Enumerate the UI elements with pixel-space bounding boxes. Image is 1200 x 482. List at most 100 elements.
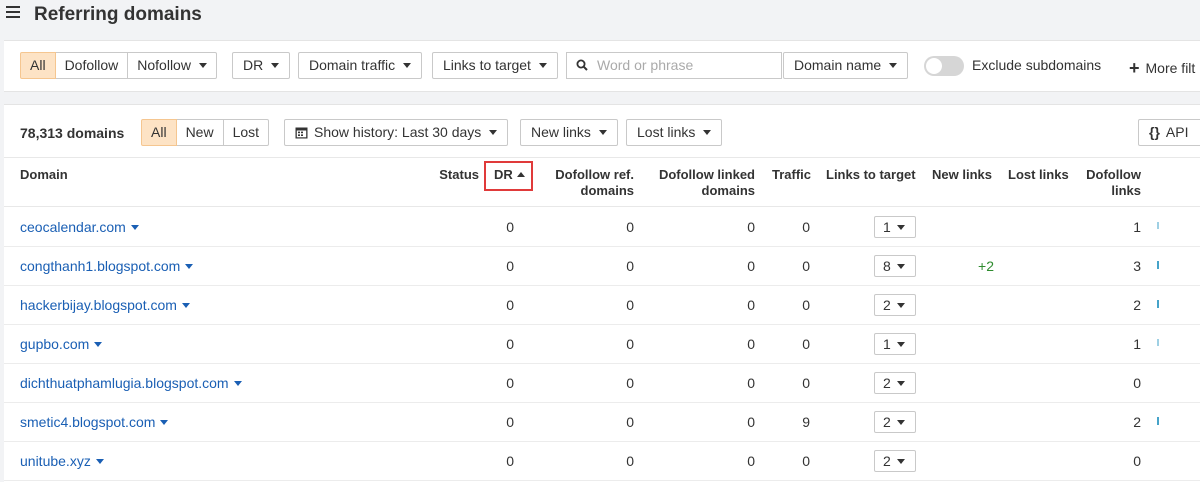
tab-lost[interactable]: Lost [222,119,270,146]
col-dofollow-linked-line1: Dofollow linked [658,167,755,182]
search-scope-select[interactable]: Domain name [783,52,909,79]
chevron-down-icon[interactable] [130,224,139,230]
filter-nofollow[interactable]: Nofollow [127,52,217,79]
sparkline-bar [1157,261,1159,269]
exclude-subdomains-label: Exclude subdomains [972,57,1102,73]
traffic-value: 0 [802,219,810,235]
domain-link[interactable]: congthanh1.blogspot.com [20,258,194,274]
domain-link[interactable]: dichthuatphamlugia.blogspot.com [20,375,242,391]
chevron-down-icon[interactable] [233,380,242,386]
status-tabs: All New Lost [141,119,270,146]
domain-link[interactable]: hackerbijay.blogspot.com [20,297,190,313]
dofollow-linked-value: 0 [747,219,755,235]
domain-link[interactable]: gupbo.com [20,336,103,352]
chevron-down-icon [896,263,905,269]
chevron-down-icon [896,341,905,347]
traffic-value: 0 [802,336,810,352]
links-to-target-select[interactable]: 2 [874,372,916,394]
show-history-button[interactable]: Show history: Last 30 days [284,119,509,146]
links-to-target-label: Links to target [443,57,531,73]
search-input[interactable]: Word or phrase [566,52,782,79]
col-domain[interactable]: Domain [20,167,68,183]
domain-name: hackerbijay.blogspot.com [20,297,177,313]
domain-link[interactable]: ceocalendar.com [20,219,139,235]
col-links-to-target[interactable]: Links to target [826,167,916,183]
chevron-down-icon[interactable] [95,458,104,464]
search-scope-label: Domain name [794,57,882,73]
domain-link[interactable]: unitube.xyz [20,453,104,469]
new-links-button[interactable]: New links [520,119,618,146]
chevron-down-icon [198,62,207,68]
links-to-target-select[interactable]: 8 [874,255,916,277]
dofollow-ref-value: 0 [626,297,634,313]
domain-name: unitube.xyz [20,453,91,469]
plus-icon: + [1129,58,1140,78]
api-label: API [1165,124,1189,140]
toggle-knob [926,58,942,74]
tab-new[interactable]: New [175,119,224,146]
link-type-filter: All Dofollow Nofollow [20,52,217,79]
sparkline-bar [1157,417,1159,425]
table-row: ceocalendar.com 0 0 0 0 1 1 [4,208,1200,247]
links-to-target-value: 2 [883,297,891,313]
domain-name: smetic4.blogspot.com [20,414,156,430]
domain-traffic-button[interactable]: Domain traffic [298,52,423,79]
more-filters-label: More filt [1145,60,1196,76]
traffic-value: 0 [802,258,810,274]
chevron-down-icon [896,419,905,425]
links-to-target-select[interactable]: 2 [874,294,916,316]
col-dofollow-ref-domains[interactable]: Dofollow ref. domains [534,167,634,199]
filter-bar: All Dofollow Nofollow DR Domain traffic … [4,40,1200,92]
dofollow-linked-value: 0 [747,336,755,352]
dofollow-links-value: 0 [1133,375,1141,391]
col-traffic[interactable]: Traffic [772,167,811,183]
sparkline-bar [1157,339,1159,346]
chevron-down-icon [538,62,547,68]
domain-count: 78,313 domains [20,125,125,141]
col-status[interactable]: Status [434,167,479,183]
dr-value: 0 [506,453,514,469]
chevron-down-icon [896,302,905,308]
chevron-down-icon [598,129,607,135]
chevron-down-icon [896,380,905,386]
filter-dofollow[interactable]: Dofollow [54,52,129,79]
links-to-target-button[interactable]: Links to target [432,52,558,79]
col-dr[interactable]: DR [494,167,525,183]
filter-nofollow-label: Nofollow [137,57,191,73]
links-to-target-select[interactable]: 2 [874,411,916,433]
chevron-down-icon[interactable] [185,263,194,269]
exclude-subdomains-toggle[interactable] [924,56,964,76]
table-row: smetic4.blogspot.com 0 0 0 9 2 2 [4,403,1200,442]
links-to-target-select[interactable]: 2 [874,450,916,472]
more-filters-button[interactable]: + More filt [1129,57,1195,78]
col-dofollow-links[interactable]: Dofollow links [1080,167,1141,199]
links-to-target-select[interactable]: 1 [874,216,916,238]
links-to-target-value: 1 [883,336,891,352]
dofollow-ref-value: 0 [626,258,634,274]
col-lost-links[interactable]: Lost links [1008,167,1069,183]
links-to-target-select[interactable]: 1 [874,333,916,355]
domain-name: congthanh1.blogspot.com [20,258,181,274]
tab-all[interactable]: All [141,119,177,146]
chevron-down-icon [489,129,498,135]
dofollow-linked-value: 0 [747,414,755,430]
dofollow-linked-value: 0 [747,375,755,391]
chevron-down-icon [896,458,905,464]
dr-filter-button[interactable]: DR [232,52,291,79]
dofollow-ref-value: 0 [626,453,634,469]
domain-link[interactable]: smetic4.blogspot.com [20,414,169,430]
new-links-value: +2 [978,258,994,274]
chevron-down-icon[interactable] [94,341,103,347]
lost-links-button[interactable]: Lost links [626,119,723,146]
col-dofollow-ref-line1: Dofollow ref. [555,167,634,182]
filter-all[interactable]: All [20,52,56,79]
chevron-down-icon [703,129,712,135]
col-new-links[interactable]: New links [932,167,992,183]
chevron-down-icon[interactable] [181,302,190,308]
col-dofollow-linked-domains[interactable]: Dofollow linked domains [644,167,755,199]
braces-icon: {} [1149,124,1160,140]
hamburger-icon[interactable] [6,6,20,18]
chevron-down-icon[interactable] [160,419,169,425]
table-row: congthanh1.blogspot.com 0 0 0 0 8 +2 3 [4,247,1200,286]
api-button[interactable]: {} API [1138,119,1200,146]
